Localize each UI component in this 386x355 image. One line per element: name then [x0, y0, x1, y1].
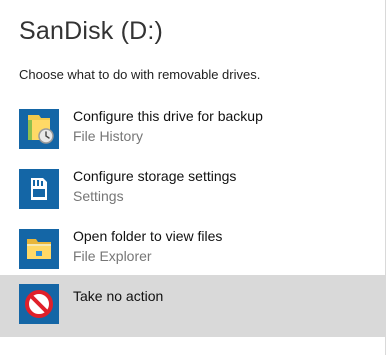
no-action-icon: [19, 284, 59, 324]
option-configure-backup[interactable]: Configure this drive for backup File His…: [0, 102, 385, 162]
option-title: Configure storage settings: [73, 168, 237, 184]
option-title: Open folder to view files: [73, 228, 223, 244]
autoplay-dialog: SanDisk (D:) Choose what to do with remo…: [0, 0, 386, 355]
dialog-title: SanDisk (D:): [19, 17, 164, 45]
option-subtitle: Settings: [73, 188, 124, 204]
dialog-prompt: Choose what to do with removable drives.: [19, 67, 261, 82]
option-storage-settings[interactable]: Configure storage settings Settings: [0, 162, 385, 222]
option-title: Take no action: [73, 288, 164, 304]
option-title: Configure this drive for backup: [73, 108, 263, 124]
folder-icon: [19, 229, 59, 269]
file-history-icon: [19, 109, 59, 149]
option-open-folder[interactable]: Open folder to view files File Explorer: [0, 222, 385, 282]
option-subtitle: File History: [73, 128, 144, 144]
sd-card-icon: [19, 169, 59, 209]
option-subtitle: File Explorer: [73, 248, 152, 264]
option-take-no-action[interactable]: Take no action: [0, 275, 385, 337]
